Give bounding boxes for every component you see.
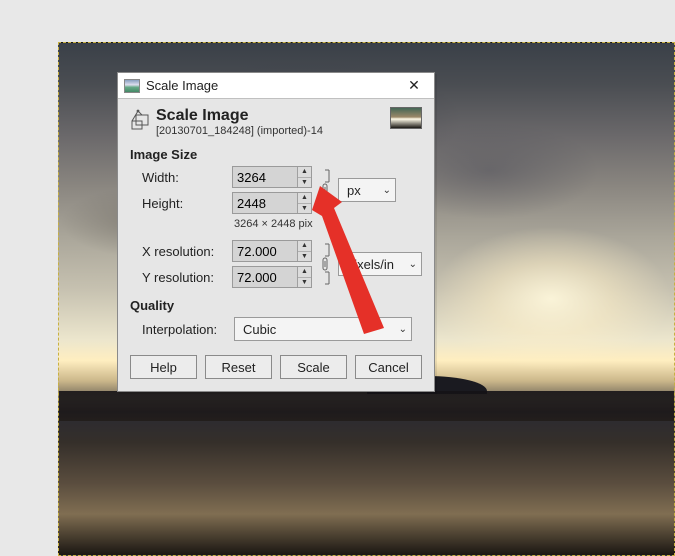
dialog-header-subtitle: [20130701_184248] (imported)-14 (156, 125, 390, 137)
dialog-header-title: Scale Image (156, 107, 390, 125)
yres-input[interactable] (233, 267, 297, 287)
dialog-body: Scale Image [20130701_184248] (imported)… (118, 99, 434, 391)
photo-horizon (59, 391, 674, 421)
yres-spin-down[interactable]: ▼ (298, 278, 311, 288)
res-unit-value: pixels/in (347, 257, 394, 272)
interpolation-label: Interpolation: (142, 322, 228, 337)
size-link-toggle[interactable] (316, 166, 334, 214)
scale-image-dialog: Scale Image ✕ Scale Image [20130701_1842… (117, 72, 435, 392)
xres-label: X resolution: (142, 244, 228, 259)
width-label: Width: (142, 170, 228, 185)
res-link-toggle[interactable] (316, 240, 334, 288)
dialog-titlebar[interactable]: Scale Image ✕ (118, 73, 434, 99)
close-button[interactable]: ✕ (398, 75, 430, 97)
xres-spinbox[interactable]: ▲ ▼ (232, 240, 312, 262)
size-grid: Width: ▲ ▼ (142, 166, 422, 230)
resolution-grid: X resolution: ▲ ▼ (142, 240, 422, 288)
chevron-down-icon: ⌄ (399, 324, 407, 335)
height-spin-down[interactable]: ▼ (298, 204, 311, 214)
quality-section-label: Quality (130, 298, 422, 313)
close-icon: ✕ (408, 77, 420, 94)
xres-spin-down[interactable]: ▼ (298, 252, 311, 262)
width-input[interactable] (233, 167, 297, 187)
xres-input[interactable] (233, 241, 297, 261)
app-icon (124, 79, 140, 93)
height-input[interactable] (233, 193, 297, 213)
scale-button[interactable]: Scale (280, 355, 347, 379)
dialog-button-row: Help Reset Scale Cancel (130, 355, 422, 379)
interpolation-value: Cubic (243, 322, 276, 337)
height-spinbox[interactable]: ▲ ▼ (232, 192, 312, 214)
chevron-down-icon: ⌄ (383, 185, 391, 196)
help-button[interactable]: Help (130, 355, 197, 379)
height-label: Height: (142, 196, 228, 211)
size-unit-select[interactable]: px ⌄ (338, 178, 396, 202)
yres-label: Y resolution: (142, 270, 228, 285)
chain-link-icon (319, 242, 331, 286)
size-unit-value: px (347, 183, 361, 198)
chain-link-icon (319, 168, 331, 212)
titlebar-text: Scale Image (146, 78, 398, 93)
scale-tool-icon (130, 109, 150, 131)
cancel-button[interactable]: Cancel (355, 355, 422, 379)
yres-spinbox[interactable]: ▲ ▼ (232, 266, 312, 288)
chevron-down-icon: ⌄ (409, 259, 417, 270)
image-thumbnail (390, 107, 422, 129)
res-unit-select[interactable]: pixels/in ⌄ (338, 252, 422, 276)
xres-spin-up[interactable]: ▲ (298, 241, 311, 252)
image-size-section-label: Image Size (130, 147, 422, 162)
height-spin-up[interactable]: ▲ (298, 193, 311, 204)
width-spinbox[interactable]: ▲ ▼ (232, 166, 312, 188)
reset-button[interactable]: Reset (205, 355, 272, 379)
yres-spin-up[interactable]: ▲ (298, 267, 311, 278)
interpolation-select[interactable]: Cubic ⌄ (234, 317, 412, 341)
current-dimensions-text: 3264 × 2448 pix (232, 218, 422, 230)
width-spin-down[interactable]: ▼ (298, 178, 311, 188)
width-spin-up[interactable]: ▲ (298, 167, 311, 178)
